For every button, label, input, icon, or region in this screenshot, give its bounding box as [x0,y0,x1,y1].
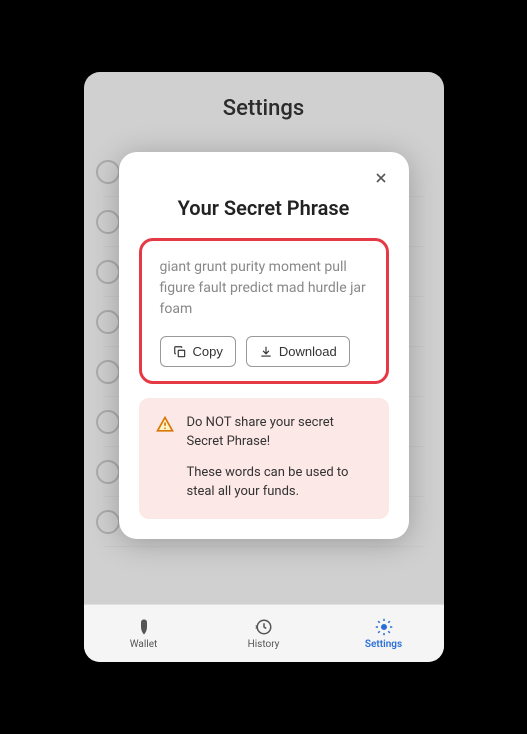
copy-icon [173,345,187,359]
warning-line-1: Do NOT share your secret Secret Phrase! [187,414,373,452]
nav-wallet-label: Wallet [130,639,158,650]
warning-icon [155,415,175,435]
download-label: Download [279,344,337,359]
copy-label: Copy [193,344,223,359]
settings-icon [375,618,393,636]
download-button[interactable]: Download [246,336,350,367]
nav-history-label: History [248,639,280,650]
bottom-nav: Wallet History Settings [84,604,444,662]
modal-title: Your Secret Phrase [139,196,389,220]
close-icon [373,170,389,186]
button-row: Copy Download [160,336,368,367]
close-button[interactable] [369,166,393,190]
history-icon [255,618,273,636]
secret-phrase-modal: Your Secret Phrase giant grunt purity mo… [119,152,409,539]
warning-box: Do NOT share your secret Secret Phrase! … [139,398,389,519]
nav-settings-label: Settings [365,639,402,650]
wallet-icon [135,618,153,636]
nav-wallet[interactable]: Wallet [84,605,204,662]
modal-overlay[interactable]: Your Secret Phrase giant grunt purity mo… [84,72,444,662]
nav-settings[interactable]: Settings [324,605,444,662]
warning-line-2: These words can be used to steal all you… [187,464,373,502]
copy-button[interactable]: Copy [160,336,236,367]
phrase-container: giant grunt purity moment pull figure fa… [139,238,389,384]
download-icon [259,345,273,359]
secret-phrase-text: giant grunt purity moment pull figure fa… [160,257,368,320]
phone-frame: Settings Your Secret Phrase giant grunt … [84,72,444,662]
nav-history[interactable]: History [204,605,324,662]
warning-text: Do NOT share your secret Secret Phrase! … [187,414,373,501]
